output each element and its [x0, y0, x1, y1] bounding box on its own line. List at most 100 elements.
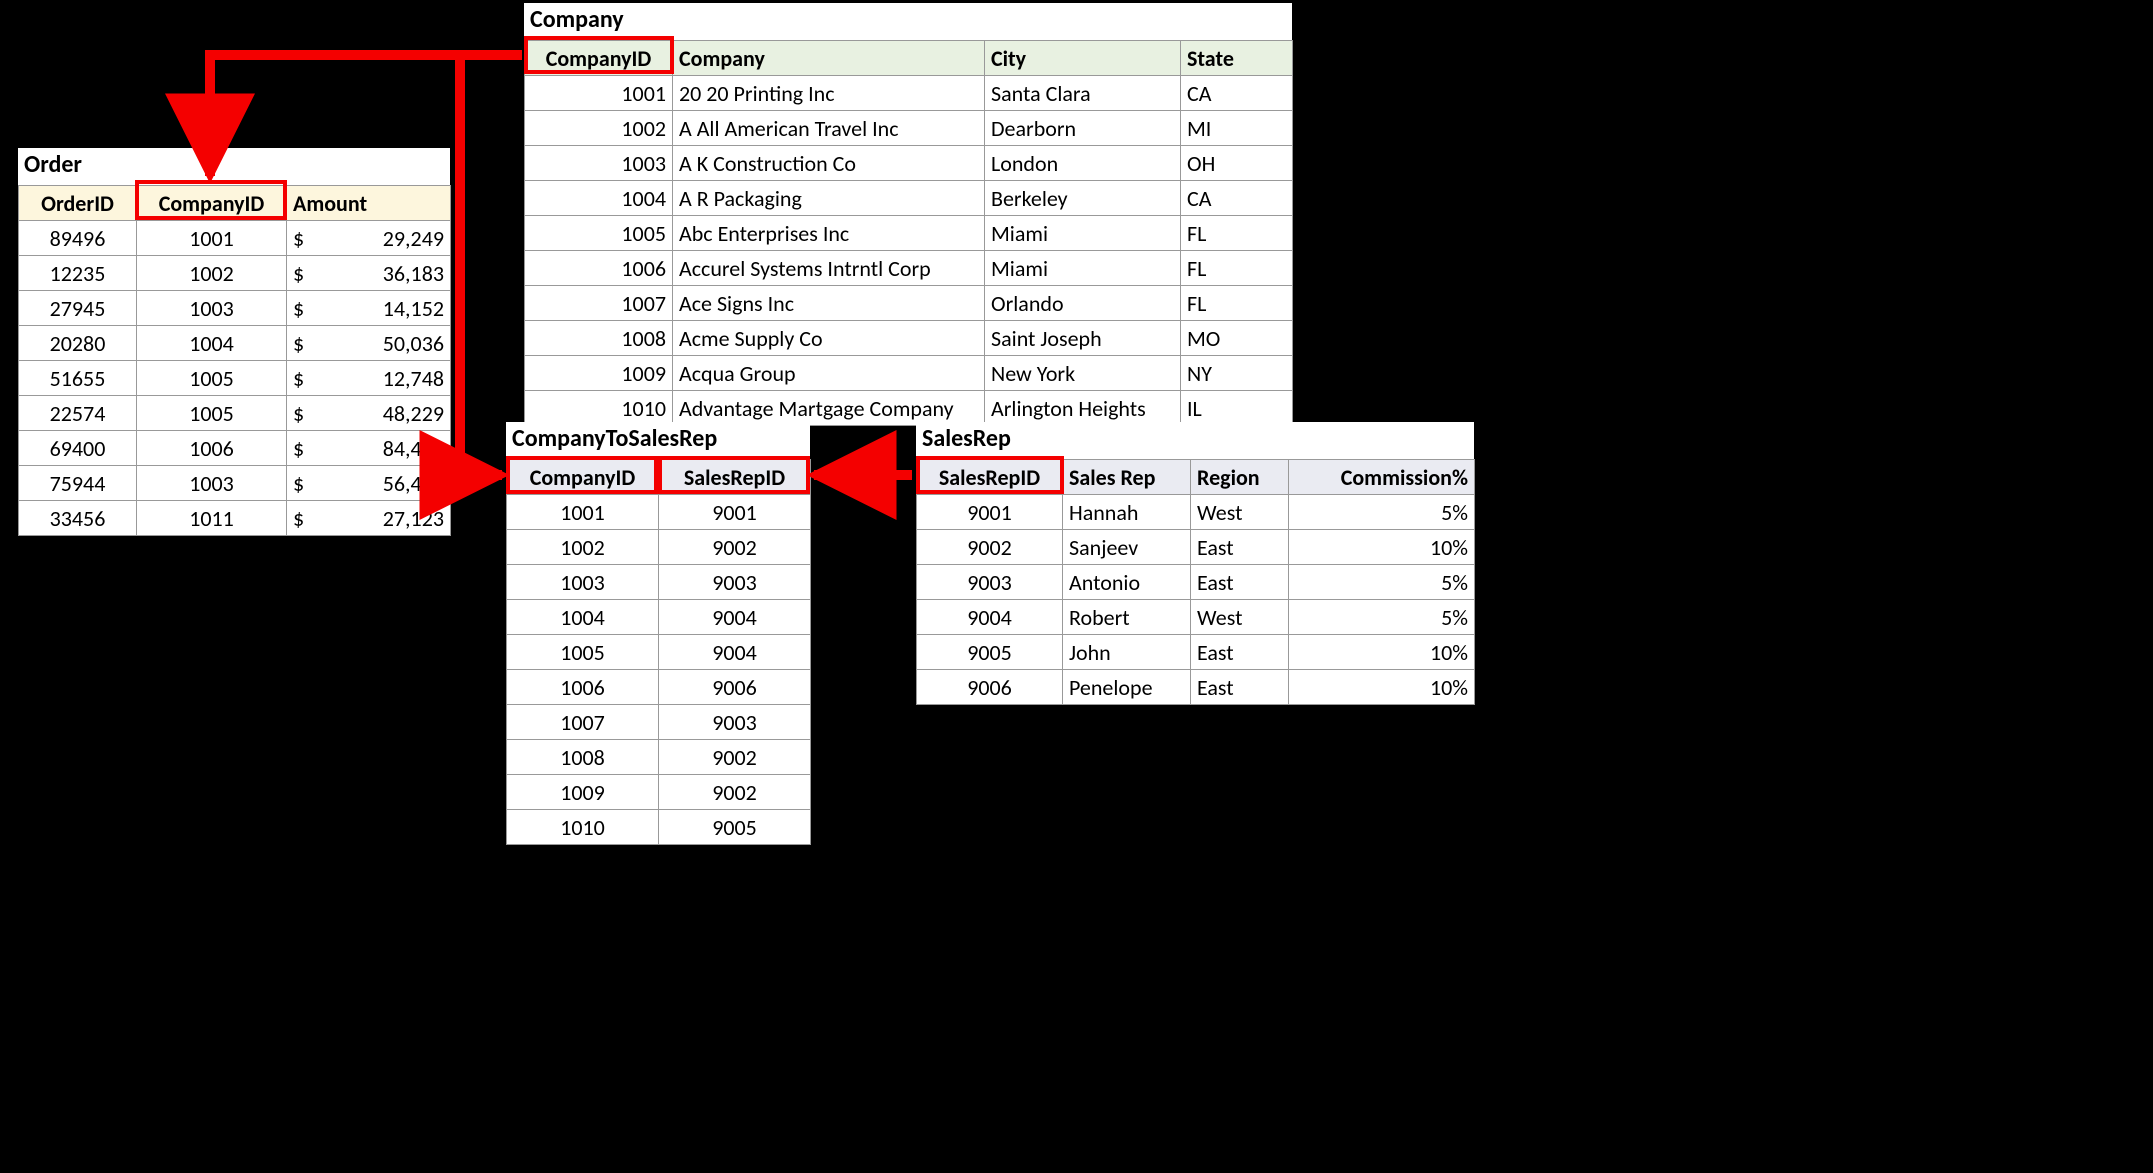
table-row: 1003A K Construction CoLondonOH — [525, 146, 1293, 181]
company-col-state: State — [1181, 41, 1293, 76]
cell-amount: $50,036 — [287, 326, 451, 361]
table-row: 10059004 — [507, 635, 811, 670]
table-row: 694001006$84,453 — [19, 431, 451, 466]
table-row: 225741005$48,229 — [19, 396, 451, 431]
cell-city: Santa Clara — [985, 76, 1181, 111]
cell-state: FL — [1181, 286, 1293, 321]
table-row: 10099002 — [507, 775, 811, 810]
cell-region: East — [1191, 565, 1289, 600]
cell-region: East — [1191, 635, 1289, 670]
cell-orderid: 69400 — [19, 431, 137, 466]
cell-salesrepid: 9004 — [659, 635, 811, 670]
order-table: OrderID CompanyID Amount 894961001$29,24… — [18, 185, 451, 536]
cell-companyid: 1002 — [507, 530, 659, 565]
order-col-orderid: OrderID — [19, 186, 137, 221]
table-row: 10109005 — [507, 810, 811, 845]
cell-companyid: 1006 — [507, 670, 659, 705]
cell-amount: $48,229 — [287, 396, 451, 431]
cell-salesrep: Robert — [1063, 600, 1191, 635]
table-row: 1007Ace Signs IncOrlandoFL — [525, 286, 1293, 321]
cell-amount: $29,249 — [287, 221, 451, 256]
cell-city: Berkeley — [985, 181, 1181, 216]
table-row: 10019001 — [507, 495, 811, 530]
map-title: CompanyToSalesRep — [506, 422, 810, 459]
cell-salesrep: Antonio — [1063, 565, 1191, 600]
cell-companyid: 1004 — [507, 600, 659, 635]
company-col-city: City — [985, 41, 1181, 76]
cell-companyid: 1010 — [507, 810, 659, 845]
cell-region: East — [1191, 530, 1289, 565]
cell-companyid: 1005 — [525, 216, 673, 251]
cell-salesrepid: 9003 — [917, 565, 1063, 600]
cell-state: NY — [1181, 356, 1293, 391]
cell-salesrepid: 9003 — [659, 565, 811, 600]
cell-companyid: 1009 — [525, 356, 673, 391]
table-row: 1005Abc Enterprises IncMiamiFL — [525, 216, 1293, 251]
table-row: 279451003$14,152 — [19, 291, 451, 326]
cell-commission: 10% — [1289, 530, 1475, 565]
cell-salesrep: Sanjeev — [1063, 530, 1191, 565]
cell-companyid: 1008 — [525, 321, 673, 356]
salesrep-table: SalesRepID Sales Rep Region Commission% … — [916, 459, 1475, 705]
cell-companyid: 1003 — [507, 565, 659, 600]
cell-salesrep: Hannah — [1063, 495, 1191, 530]
order-col-amount: Amount — [287, 186, 451, 221]
cell-salesrepid: 9002 — [659, 530, 811, 565]
cell-companyid: 1009 — [507, 775, 659, 810]
cell-orderid: 20280 — [19, 326, 137, 361]
cell-city: Dearborn — [985, 111, 1181, 146]
table-row: 10089002 — [507, 740, 811, 775]
cell-companyid: 1010 — [525, 391, 673, 426]
cell-salesrepid: 9004 — [917, 600, 1063, 635]
table-row: 1004A R PackagingBerkeleyCA — [525, 181, 1293, 216]
cell-companyid: 1006 — [525, 251, 673, 286]
cell-city: Saint Joseph — [985, 321, 1181, 356]
cell-amount: $14,152 — [287, 291, 451, 326]
highlight-rep-salesrepid — [916, 456, 1064, 494]
rep-col-salesrep: Sales Rep — [1063, 460, 1191, 495]
cell-city: Arlington Heights — [985, 391, 1181, 426]
highlight-order-companyid — [135, 180, 287, 220]
cell-company: 20 20 Printing Inc — [673, 76, 985, 111]
cell-amount: $12,748 — [287, 361, 451, 396]
cell-city: Orlando — [985, 286, 1181, 321]
cell-state: OH — [1181, 146, 1293, 181]
cell-orderid: 51655 — [19, 361, 137, 396]
highlight-company-companyid — [524, 36, 674, 74]
cell-region: West — [1191, 600, 1289, 635]
rep-col-region: Region — [1191, 460, 1289, 495]
table-row: 1008Acme Supply CoSaint JosephMO — [525, 321, 1293, 356]
cell-salesrep: Penelope — [1063, 670, 1191, 705]
cell-companyid: 1006 — [137, 431, 287, 466]
cell-companyid: 1005 — [507, 635, 659, 670]
cell-companyid: 1004 — [525, 181, 673, 216]
cell-amount: $56,425 — [287, 466, 451, 501]
cell-company: Advantage Martgage Company — [673, 391, 985, 426]
cell-salesrepid: 9005 — [659, 810, 811, 845]
arrow-company-to-map — [460, 55, 502, 475]
table-row: 10029002 — [507, 530, 811, 565]
cell-state: MO — [1181, 321, 1293, 356]
cell-state: FL — [1181, 251, 1293, 286]
table-row: 10069006 — [507, 670, 811, 705]
table-row: 1006Accurel Systems Intrntl CorpMiamiFL — [525, 251, 1293, 286]
cell-companyid: 1005 — [137, 361, 287, 396]
table-row: 334561011$27,123 — [19, 501, 451, 536]
cell-commission: 5% — [1289, 495, 1475, 530]
cell-company: A All American Travel Inc — [673, 111, 985, 146]
cell-companyid: 1001 — [525, 76, 673, 111]
table-row: 100120 20 Printing IncSanta ClaraCA — [525, 76, 1293, 111]
cell-commission: 10% — [1289, 635, 1475, 670]
table-row: 1009Acqua GroupNew YorkNY — [525, 356, 1293, 391]
table-row: 1010Advantage Martgage CompanyArlington … — [525, 391, 1293, 426]
cell-amount: $84,453 — [287, 431, 451, 466]
cell-companyid: 1005 — [137, 396, 287, 431]
table-row: 9004RobertWest5% — [917, 600, 1475, 635]
cell-company: Acme Supply Co — [673, 321, 985, 356]
cell-companyid: 1011 — [137, 501, 287, 536]
table-row: 9002SanjeevEast10% — [917, 530, 1475, 565]
table-row: 1002A All American Travel IncDearbornMI — [525, 111, 1293, 146]
company-table: CompanyID Company City State 100120 20 P… — [524, 40, 1293, 426]
cell-companyid: 1004 — [137, 326, 287, 361]
cell-companyid: 1002 — [525, 111, 673, 146]
